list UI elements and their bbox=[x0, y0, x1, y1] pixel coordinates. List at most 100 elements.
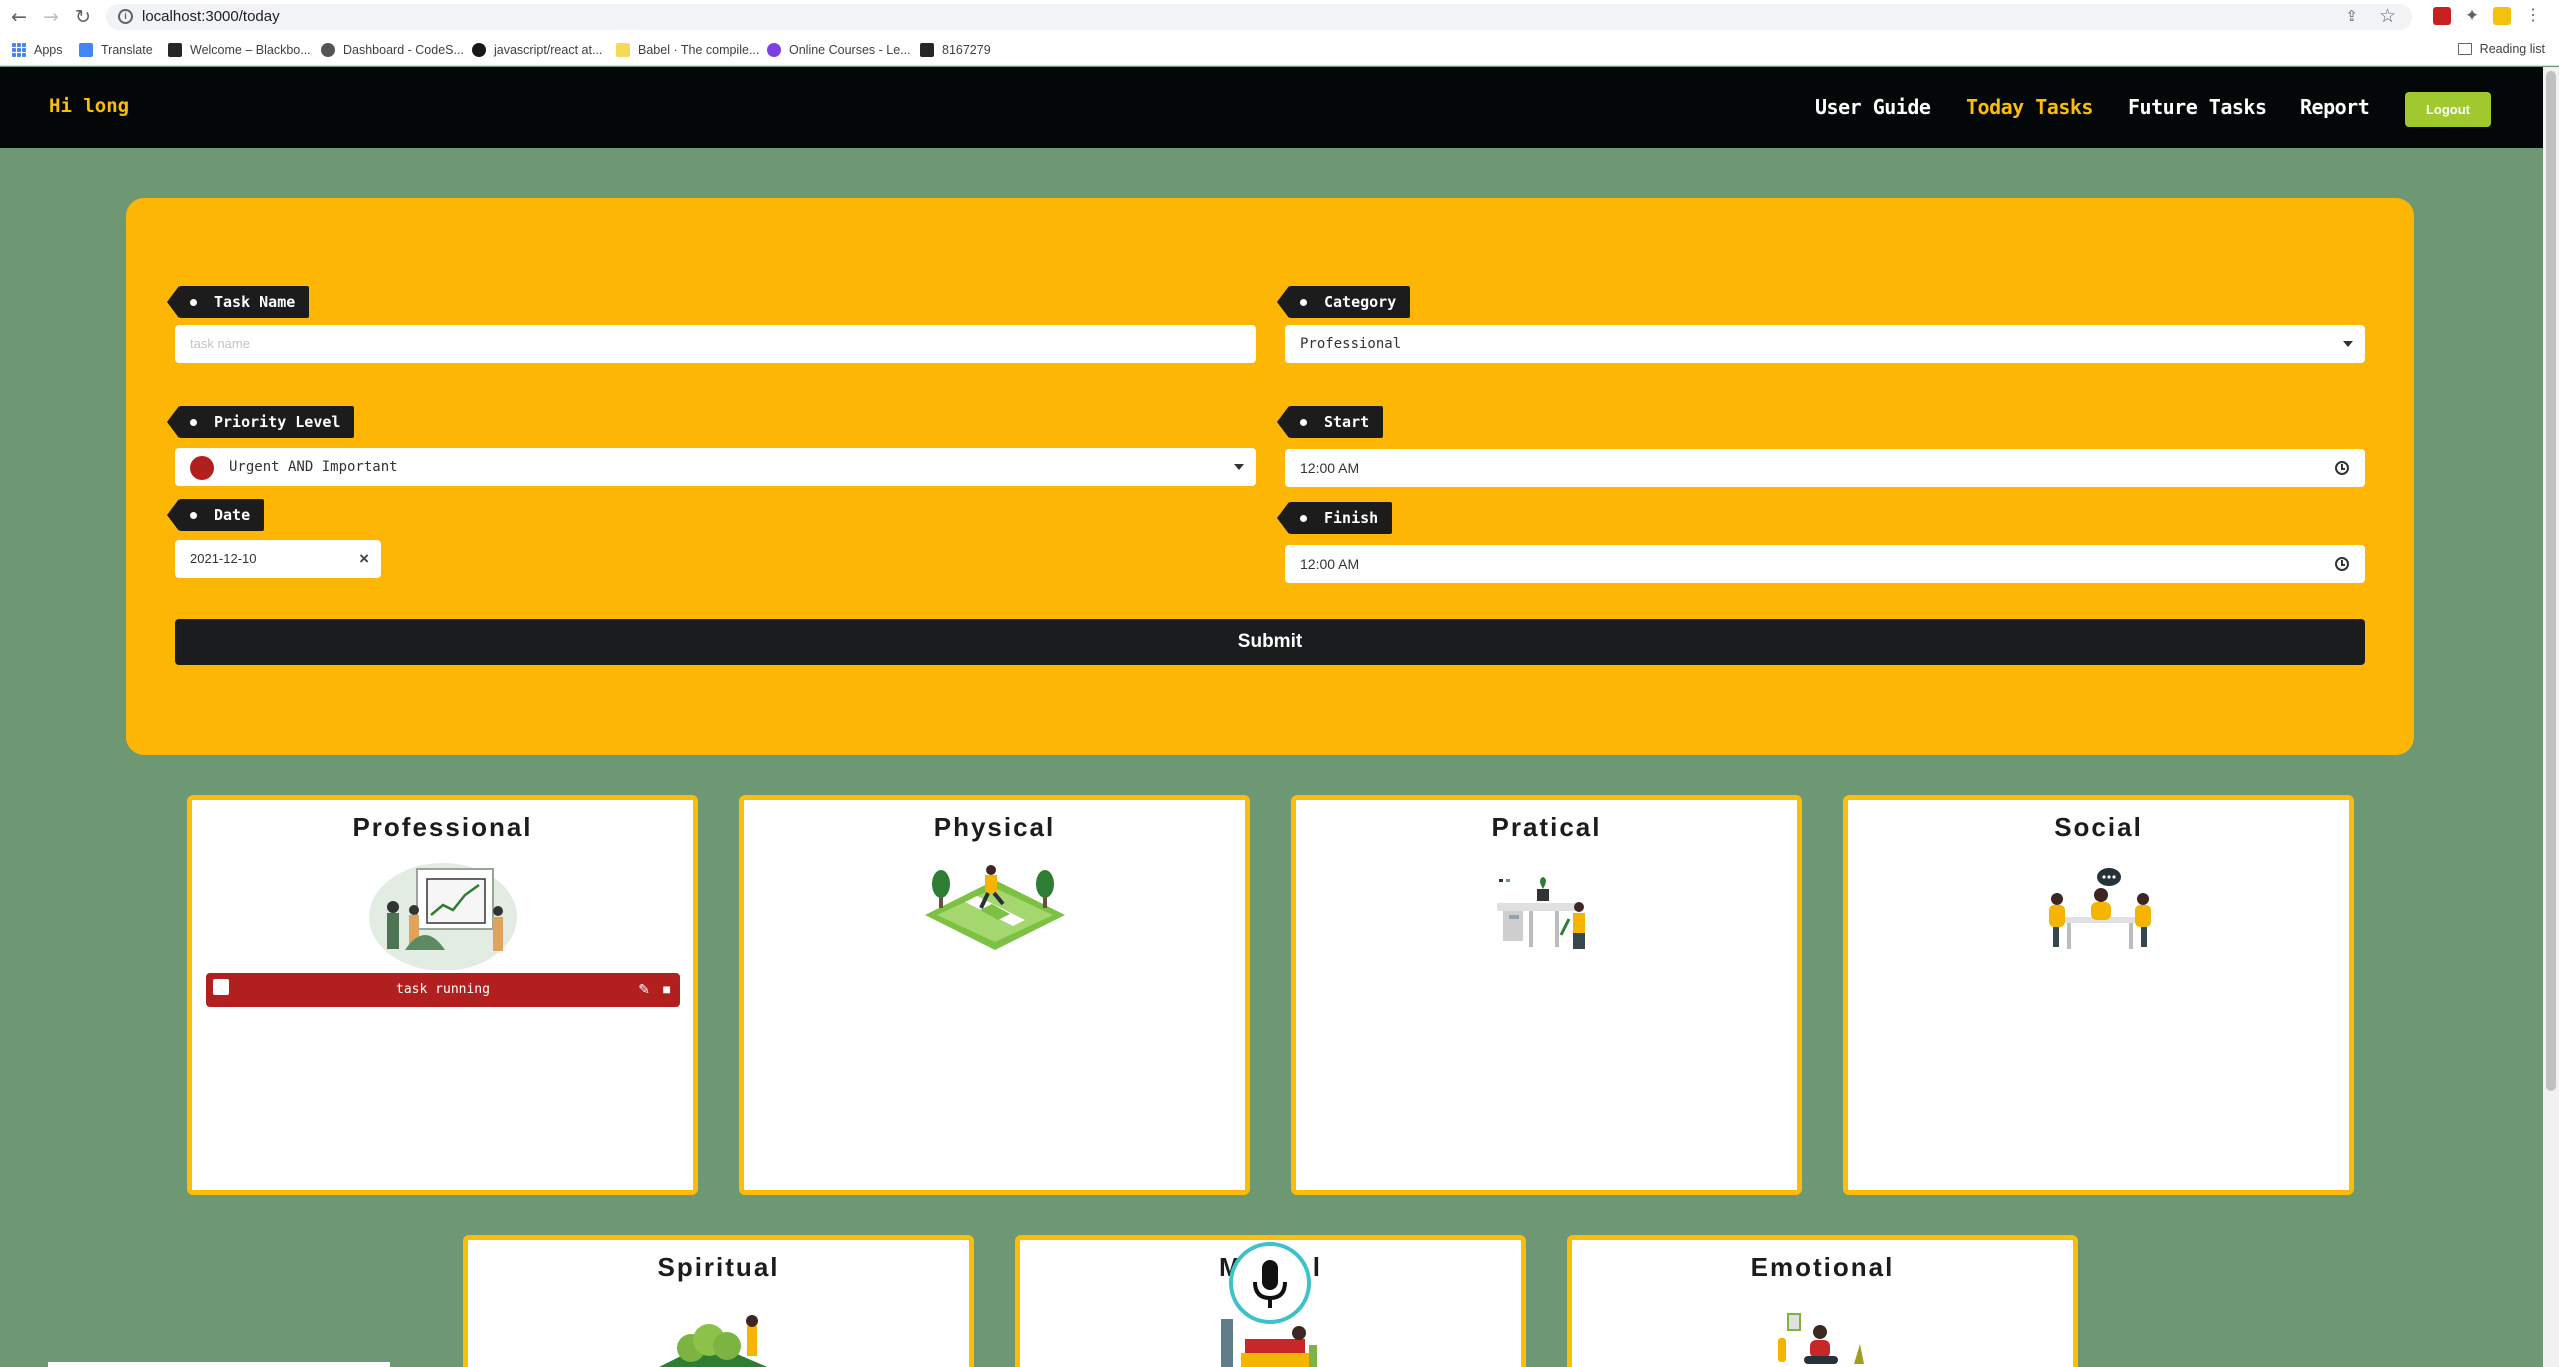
category-card-emotional: Emotional bbox=[1567, 1235, 2078, 1367]
submit-button[interactable]: Submit bbox=[175, 619, 2365, 665]
priority-level-label: Priority Level bbox=[166, 406, 355, 438]
user-greeting: Hi long bbox=[49, 95, 130, 117]
bookmark-star-icon[interactable]: ☆ bbox=[2379, 5, 2396, 28]
running-illustration-icon bbox=[924, 865, 1065, 950]
card-title: Spiritual bbox=[657, 1252, 780, 1282]
chevron-down-icon bbox=[2343, 341, 2353, 347]
start-time-input[interactable]: 12:00 AM bbox=[1285, 449, 2365, 487]
card-title: Pratical bbox=[1491, 812, 1602, 842]
info-icon[interactable]: i bbox=[118, 9, 133, 24]
category-card-physical: Physical bbox=[739, 795, 1250, 1195]
voice-input-button[interactable] bbox=[1229, 1242, 1311, 1324]
chrome-menu-icon[interactable]: ⋮ bbox=[2525, 7, 2541, 25]
url-text[interactable]: localhost:3000/today bbox=[142, 8, 280, 25]
back-arrow-icon[interactable]: ← bbox=[8, 6, 30, 28]
nav-user-guide[interactable]: User Guide bbox=[1815, 95, 1931, 119]
reading-list[interactable]: Reading list bbox=[2457, 42, 2545, 56]
category-select[interactable]: Professional bbox=[1285, 325, 2365, 363]
bookmark-label: Welcome – Blackbo... bbox=[190, 43, 311, 57]
task-name: task running bbox=[396, 982, 490, 997]
card-title: Physical bbox=[933, 812, 1056, 842]
bookmark-codesignal[interactable]: Dashboard - CodeS... bbox=[321, 42, 464, 58]
bookmark-blackboard[interactable]: Welcome – Blackbo... bbox=[168, 42, 311, 58]
category-card-professional: Professional task running ✎ ■ bbox=[187, 795, 698, 1195]
bookmark-github[interactable]: javascript/react at... bbox=[472, 42, 602, 58]
bookmark-online-courses[interactable]: Online Courses - Le... bbox=[767, 42, 911, 58]
priority-color-dot bbox=[190, 456, 214, 480]
apps-grid-icon bbox=[12, 43, 26, 57]
nature-illustration-icon bbox=[658, 1315, 767, 1367]
nav-report[interactable]: Report bbox=[2300, 95, 2370, 119]
bookmark-translate[interactable]: Translate bbox=[79, 42, 153, 58]
bookmark-label: Online Courses - Le... bbox=[789, 43, 911, 57]
forward-arrow-icon[interactable]: → bbox=[40, 6, 62, 28]
finish-time-value: 12:00 AM bbox=[1300, 556, 1360, 572]
card-title: Professional bbox=[352, 812, 533, 842]
desk-illustration-icon bbox=[1496, 877, 1585, 949]
task-form: Task Name task name Category Professiona… bbox=[126, 198, 2414, 755]
edit-pencil-icon[interactable]: ✎ bbox=[638, 981, 650, 998]
card-title: Emotional bbox=[1750, 1252, 1895, 1282]
priority-select[interactable]: Urgent AND Important bbox=[175, 448, 1256, 486]
app-navbar: Hi long User Guide Today Tasks Future Ta… bbox=[0, 67, 2543, 148]
trash-icon[interactable]: ■ bbox=[663, 981, 671, 997]
profile-extension-icon[interactable] bbox=[2493, 7, 2511, 25]
card-title-end: l bbox=[1312, 1252, 1322, 1282]
bookmark-apps[interactable]: Apps bbox=[12, 42, 63, 58]
nav-future-tasks[interactable]: Future Tasks bbox=[2128, 95, 2267, 119]
clock-icon[interactable] bbox=[2335, 461, 2349, 475]
date-input[interactable]: 2021-12-10 × bbox=[175, 540, 381, 578]
category-label: Category bbox=[1276, 286, 1411, 318]
bookmark-label: 8167279 bbox=[942, 43, 991, 57]
bookmarks-bar: Apps Translate Welcome – Blackbo... Dash… bbox=[0, 34, 2559, 66]
ublock-extension-icon[interactable] bbox=[2433, 7, 2451, 25]
card-title: Social bbox=[2054, 812, 2143, 842]
bookmark-label: Babel · The compile... bbox=[638, 43, 760, 57]
category-card-spiritual: Spiritual bbox=[463, 1235, 974, 1367]
bookmark-label: javascript/react at... bbox=[494, 43, 603, 57]
chevron-down-icon bbox=[1234, 464, 1244, 470]
category-card-social: Social bbox=[1843, 795, 2354, 1195]
bookmark-label: Dashboard - CodeS... bbox=[343, 43, 464, 57]
task-name-label: Task Name bbox=[166, 286, 310, 318]
codesignal-icon bbox=[321, 43, 335, 57]
bookmark-8167279[interactable]: 8167279 bbox=[920, 42, 991, 58]
meeting-illustration-icon bbox=[2048, 868, 2151, 949]
clear-date-icon[interactable]: × bbox=[359, 549, 369, 569]
reload-icon[interactable]: ↻ bbox=[72, 6, 94, 28]
task-item[interactable]: task running ✎ ■ bbox=[206, 973, 680, 1007]
clock-icon[interactable] bbox=[2335, 557, 2349, 571]
babel-icon bbox=[616, 43, 630, 57]
microphone-icon bbox=[1253, 1260, 1287, 1308]
reading-list-icon bbox=[2457, 43, 2472, 55]
bookmark-babel[interactable]: Babel · The compile... bbox=[616, 42, 759, 58]
bookmark-label: Translate bbox=[101, 43, 153, 57]
page-scrollbar[interactable] bbox=[2543, 67, 2559, 1367]
finish-label: Finish bbox=[1276, 502, 1393, 534]
github-icon bbox=[472, 43, 486, 57]
meditation-illustration-icon bbox=[1777, 1313, 1864, 1364]
bottom-scroll-track bbox=[48, 1362, 390, 1367]
bookmark-label: Apps bbox=[34, 43, 63, 57]
logout-button[interactable]: Logout bbox=[2405, 92, 2491, 127]
date-value: 2021-12-10 bbox=[190, 551, 257, 566]
blackboard-icon bbox=[920, 43, 934, 57]
nav-today-tasks[interactable]: Today Tasks bbox=[1966, 95, 2093, 119]
start-time-value: 12:00 AM bbox=[1300, 460, 1360, 476]
extensions-puzzle-icon[interactable]: ✦ bbox=[2463, 7, 2481, 25]
scrollbar-thumb[interactable] bbox=[2546, 71, 2556, 1091]
browser-toolbar: ← → ↻ i localhost:3000/today ⇪ ☆ ✦ ⋮ bbox=[0, 0, 2559, 34]
share-icon[interactable]: ⇪ bbox=[2345, 7, 2358, 25]
translate-icon bbox=[79, 43, 93, 57]
date-label: Date bbox=[166, 499, 265, 531]
category-value: Professional bbox=[1300, 336, 1402, 352]
blackboard-icon bbox=[168, 43, 182, 57]
category-card-pratical: Pratical bbox=[1291, 795, 1802, 1195]
start-label: Start bbox=[1276, 406, 1384, 438]
priority-value: Urgent AND Important bbox=[229, 459, 398, 475]
finish-time-input[interactable]: 12:00 AM bbox=[1285, 545, 2365, 583]
task-name-input[interactable]: task name bbox=[175, 325, 1256, 363]
courses-icon bbox=[767, 43, 781, 57]
address-bar[interactable]: i localhost:3000/today ⇪ ☆ bbox=[106, 4, 2412, 30]
reading-list-label: Reading list bbox=[2479, 42, 2545, 56]
